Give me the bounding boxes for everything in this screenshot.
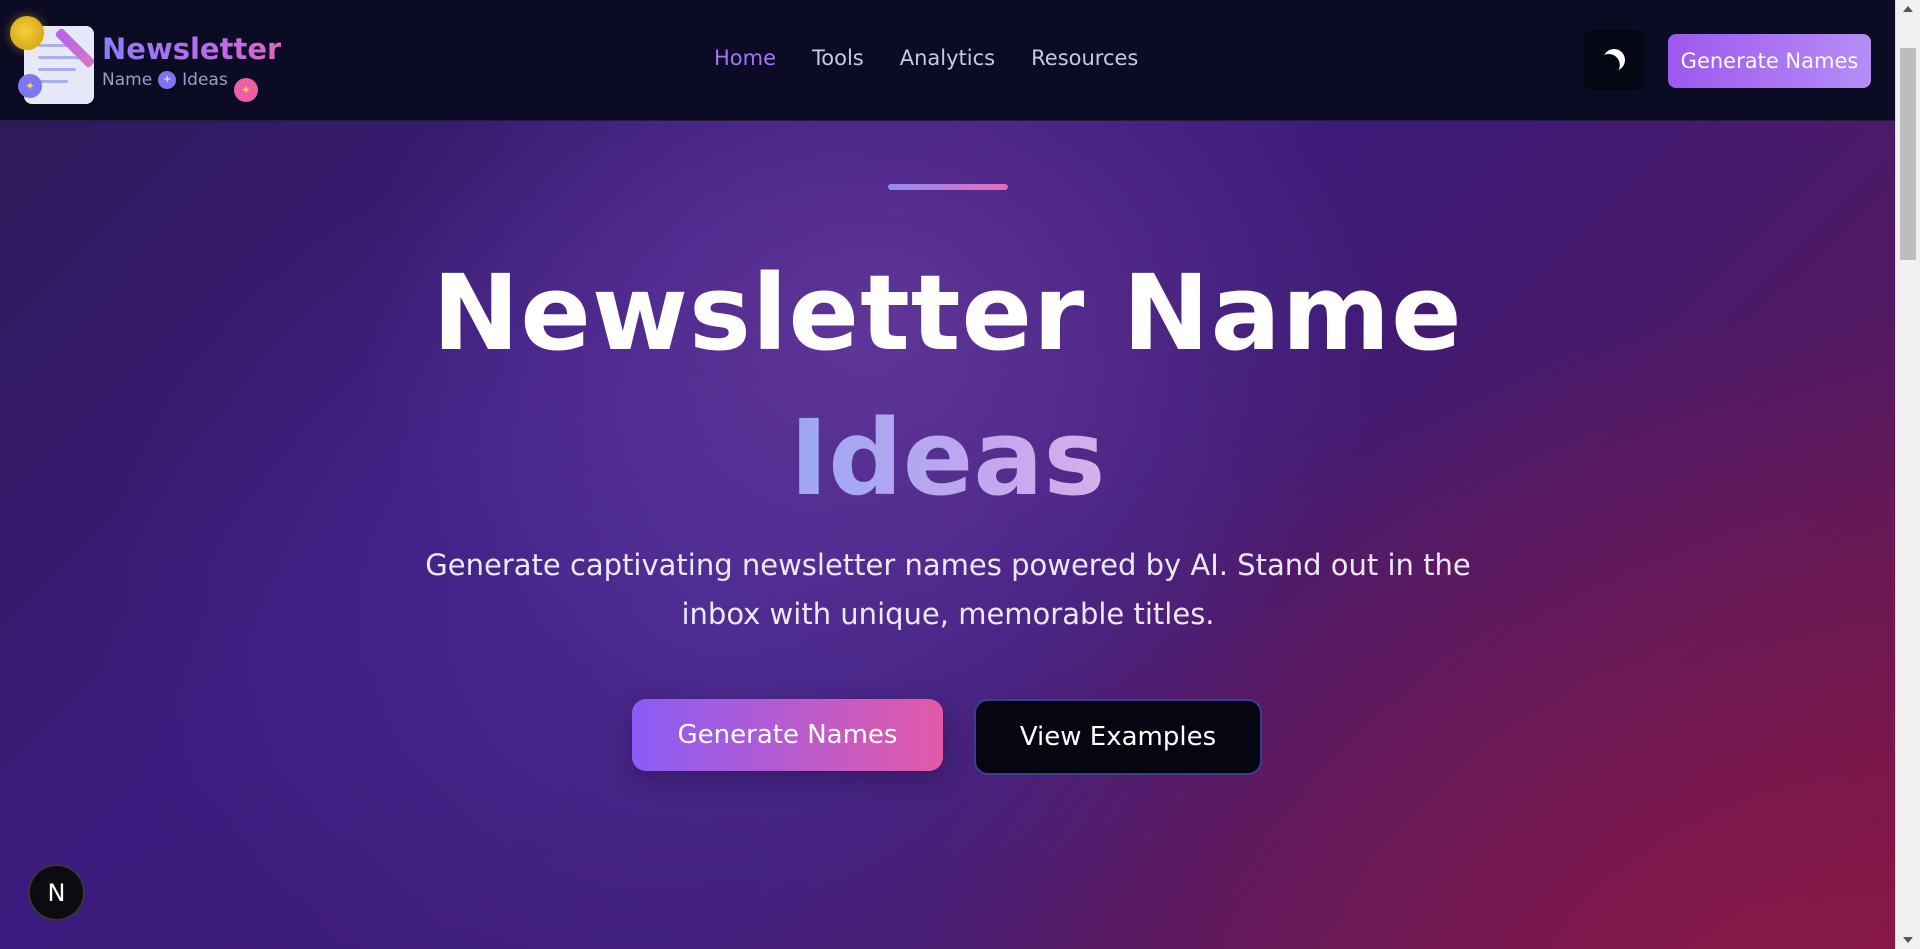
plus-icon: + xyxy=(158,71,177,89)
hero-title-line1: Newsletter Name xyxy=(432,252,1463,374)
view-examples-button[interactable]: View Examples xyxy=(974,699,1262,775)
scrollbar-thumb[interactable] xyxy=(1900,48,1916,260)
nav-link-resources[interactable]: Resources xyxy=(1031,46,1138,70)
nav-generate-names-button[interactable]: Generate Names xyxy=(1668,34,1871,88)
theme-toggle-button[interactable] xyxy=(1584,30,1644,90)
main-nav: Home Tools Analytics Resources xyxy=(714,46,1138,70)
lightbulb-icon xyxy=(10,16,44,50)
n-badge-button[interactable]: N xyxy=(28,864,85,921)
moon-icon xyxy=(1601,47,1626,72)
idea-icon: ✦ xyxy=(18,74,42,98)
nav-link-home[interactable]: Home xyxy=(714,46,776,70)
scroll-down-icon[interactable] xyxy=(1903,937,1913,943)
brand-logo[interactable]: ✦ ✦ Newsletter Name + Ideas xyxy=(10,8,281,108)
nav-link-analytics[interactable]: Analytics xyxy=(900,46,995,70)
scroll-up-icon[interactable] xyxy=(1903,6,1913,12)
page-scrollbar[interactable] xyxy=(1895,0,1920,949)
brand-title: Newsletter xyxy=(102,32,282,66)
hero-section: Newsletter Name Ideas Generate captivati… xyxy=(0,121,1895,949)
nav-link-tools[interactable]: Tools xyxy=(812,46,864,70)
sparkle-icon: ✦ xyxy=(234,78,258,102)
brand-subtitle: Name + Ideas xyxy=(102,70,228,90)
hero-title-line2: Ideas xyxy=(0,406,1895,510)
brand-sub-left: Name xyxy=(102,70,153,90)
hero-description: Generate captivating newsletter names po… xyxy=(425,548,1471,631)
generate-names-button[interactable]: Generate Names xyxy=(632,699,943,771)
hero-title-highlight: Ideas xyxy=(789,397,1106,519)
brand-sub-right: Ideas xyxy=(182,70,228,90)
hero-accent-line xyxy=(888,184,1008,190)
top-navbar: ✦ ✦ Newsletter Name + Ideas Home Tools A… xyxy=(0,0,1895,121)
